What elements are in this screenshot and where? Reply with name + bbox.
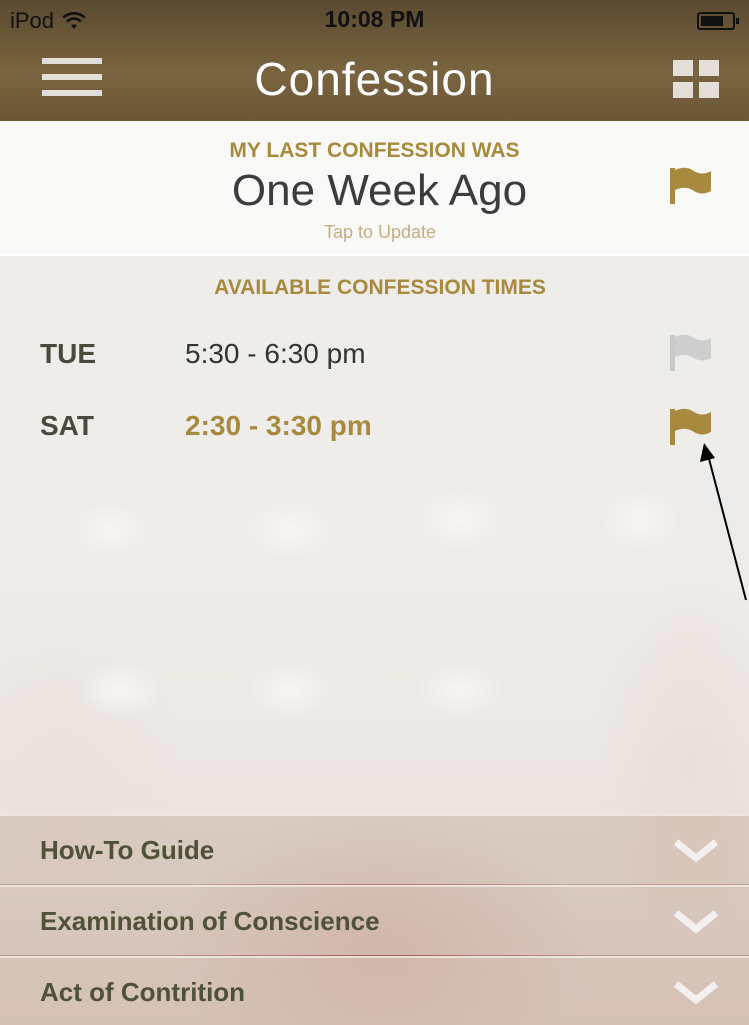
last-confession-value[interactable]: One Week Ago bbox=[0, 166, 749, 216]
accordion-examination-of-conscience[interactable]: Examination of Conscience bbox=[0, 885, 749, 955]
grid-icon[interactable] bbox=[673, 60, 719, 98]
page-title: Confession bbox=[254, 53, 495, 105]
accordion-label: Act of Contrition bbox=[40, 977, 246, 1007]
status-time: 10:08 PM bbox=[324, 6, 425, 32]
accordion-how-to-guide[interactable]: How-To Guide bbox=[0, 814, 749, 884]
chevron-down-icon bbox=[673, 910, 719, 934]
day-label-tue: TUE bbox=[40, 338, 96, 369]
last-confession-label: MY LAST CONFESSION WAS bbox=[229, 139, 520, 162]
confession-times-label: AVAILABLE CONFESSION TIMES bbox=[214, 276, 546, 299]
chevron-down-icon bbox=[673, 981, 719, 1005]
status-bar: iPod 10:08 PM bbox=[0, 0, 749, 40]
accordion-label: Examination of Conscience bbox=[40, 906, 380, 936]
flag-icon-last-confession[interactable] bbox=[668, 166, 712, 206]
tap-to-update-hint: Tap to Update bbox=[323, 222, 437, 242]
accordion-label: How-To Guide bbox=[40, 835, 215, 865]
chevron-down-icon bbox=[673, 839, 719, 863]
flag-icon-tue[interactable] bbox=[668, 333, 712, 373]
time-label-sat[interactable]: 2:30 - 3:30 pm bbox=[185, 410, 372, 442]
flag-icon-sat[interactable] bbox=[668, 407, 712, 447]
time-label-tue[interactable]: 5:30 - 6:30 pm bbox=[185, 338, 366, 370]
battery-icon bbox=[697, 12, 739, 30]
accordion-act-of-contrition[interactable]: Act of Contrition bbox=[0, 956, 749, 1025]
day-label-sat: SAT bbox=[40, 410, 94, 441]
